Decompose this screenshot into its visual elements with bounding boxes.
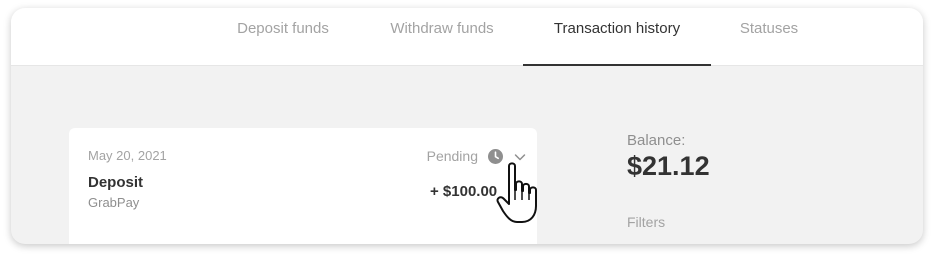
tab-transaction-history[interactable]: Transaction history [523, 8, 711, 66]
balance-value: $21.12 [627, 151, 710, 181]
tab-bar: Deposit funds Withdraw funds Transaction… [11, 8, 923, 66]
clock-icon [488, 148, 503, 164]
payment-method: GrabPay [88, 195, 140, 210]
transaction-type: Deposit [88, 174, 144, 191]
status-text: Pending [426, 148, 478, 164]
filters-label: Filters [627, 214, 666, 230]
app-window: Deposit funds Withdraw funds Transaction… [11, 8, 923, 244]
transaction-date: May 20, 2021 [88, 148, 167, 163]
transaction-card[interactable]: May 20, 2021 Pending Deposit GrabPay + $… [69, 128, 537, 244]
tab-deposit-funds[interactable]: Deposit funds [235, 8, 331, 65]
balance-label: Balance: [627, 132, 686, 149]
active-tab-indicator [523, 64, 711, 66]
transaction-status: Pending [427, 146, 526, 166]
chevron-down-icon[interactable] [514, 150, 526, 162]
tab-withdraw-funds[interactable]: Withdraw funds [386, 8, 498, 65]
tab-transaction-history-label: Transaction history [553, 20, 681, 37]
tab-statuses[interactable]: Statuses [738, 8, 800, 65]
transaction-amount: + $100.00 [430, 183, 498, 200]
